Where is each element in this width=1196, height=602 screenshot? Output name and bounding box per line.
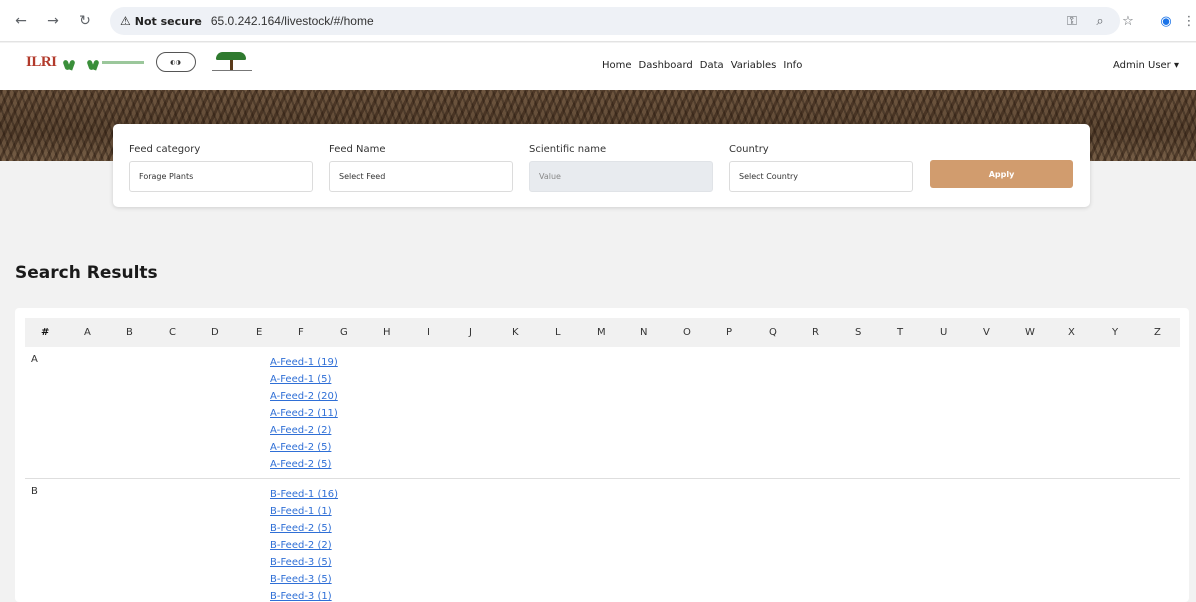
profile-icon[interactable]: ◉ bbox=[1154, 9, 1178, 33]
cgiar-logo bbox=[63, 54, 75, 70]
browser-toolbar: ← → ↻ ⚠ Not secure 65.0.242.164/livestoc… bbox=[0, 0, 1196, 42]
alpha-u[interactable]: U bbox=[940, 327, 947, 338]
feed-link[interactable]: A-Feed-1 (19) bbox=[270, 354, 338, 371]
alliance-logo: ◐◑ bbox=[155, 52, 196, 72]
scientific-name-group: Scientific name Value bbox=[529, 144, 713, 192]
alpha-f[interactable]: F bbox=[298, 327, 304, 338]
livestock-climate-logo bbox=[87, 54, 144, 70]
more-menu-icon[interactable]: ⋮ bbox=[1182, 9, 1196, 33]
alpha-a[interactable]: A bbox=[84, 327, 91, 338]
feed-link[interactable]: B-Feed-1 (1) bbox=[270, 503, 338, 520]
user-menu[interactable]: Admin User ▾ bbox=[1113, 60, 1179, 71]
feed-link[interactable]: A-Feed-1 (5) bbox=[270, 371, 338, 388]
warning-triangle-icon: ⚠ bbox=[120, 14, 131, 28]
feed-link[interactable]: B-Feed-2 (2) bbox=[270, 537, 338, 554]
address-bar[interactable]: ⚠ Not secure 65.0.242.164/livestock/#/ho… bbox=[110, 7, 1120, 35]
url-text[interactable]: 65.0.242.164/livestock/#/home bbox=[211, 14, 374, 28]
filter-panel: Feed category Forage Plants Feed Name Se… bbox=[113, 124, 1090, 207]
feed-name-label: Feed Name bbox=[329, 144, 386, 155]
feed-list: B-Feed-1 (16) B-Feed-1 (1) B-Feed-2 (5) … bbox=[270, 486, 338, 602]
alpha-n[interactable]: N bbox=[640, 327, 647, 338]
security-label: Not secure bbox=[134, 14, 202, 28]
nav-data[interactable]: Data bbox=[700, 60, 724, 71]
feed-link[interactable]: A-Feed-2 (20) bbox=[270, 388, 338, 405]
search-results-title: Search Results bbox=[15, 263, 158, 283]
scientific-name-field: Value bbox=[529, 161, 713, 192]
feed-link[interactable]: B-Feed-2 (5) bbox=[270, 520, 338, 537]
feed-link[interactable]: A-Feed-2 (11) bbox=[270, 405, 338, 422]
feed-link[interactable]: B-Feed-3 (5) bbox=[270, 571, 338, 588]
alpha-g[interactable]: G bbox=[340, 327, 348, 338]
feed-link[interactable]: A-Feed-2 (5) bbox=[270, 439, 338, 456]
ilri-logo: ILRI bbox=[26, 53, 57, 70]
alpha-d[interactable]: D bbox=[211, 327, 219, 338]
feed-category-group: Feed category Forage Plants bbox=[129, 144, 313, 192]
feed-list: A-Feed-1 (19) A-Feed-1 (5) A-Feed-2 (20)… bbox=[270, 354, 338, 473]
feed-name-group: Feed Name Select Feed bbox=[329, 144, 513, 192]
nav-variables[interactable]: Variables bbox=[731, 60, 777, 71]
feed-category-label: Feed category bbox=[129, 144, 201, 155]
country-group: Country Select Country bbox=[729, 144, 913, 192]
alpha-i[interactable]: I bbox=[427, 327, 430, 338]
alpha-j[interactable]: J bbox=[469, 327, 472, 338]
alpha-z[interactable]: Z bbox=[1154, 327, 1161, 338]
group-divider bbox=[25, 478, 1180, 479]
alpha-e[interactable]: E bbox=[256, 327, 262, 338]
alpha-r[interactable]: R bbox=[812, 327, 819, 338]
nav-home[interactable]: Home bbox=[602, 60, 632, 71]
main-menu: Home Dashboard Data Variables Info bbox=[602, 60, 809, 71]
alpha-v[interactable]: V bbox=[983, 327, 990, 338]
alpha-q[interactable]: Q bbox=[769, 327, 777, 338]
password-key-icon[interactable]: ⚿ bbox=[1060, 9, 1084, 33]
alpha-l[interactable]: L bbox=[555, 327, 561, 338]
nav-info[interactable]: Info bbox=[783, 60, 802, 71]
alpha-w[interactable]: W bbox=[1025, 327, 1035, 338]
tree-logo bbox=[210, 52, 254, 72]
alpha-k[interactable]: K bbox=[512, 327, 519, 338]
alpha-y[interactable]: Y bbox=[1112, 327, 1118, 338]
security-indicator[interactable]: ⚠ Not secure bbox=[120, 14, 202, 28]
apply-button[interactable]: Apply bbox=[930, 160, 1073, 188]
reload-icon[interactable]: ↻ bbox=[74, 10, 96, 32]
group-letter: B bbox=[31, 486, 38, 497]
alphabet-filter: # A B C D E F G H I J K L M N O P Q R S … bbox=[25, 318, 1180, 347]
zoom-icon[interactable]: ⌕ bbox=[1088, 9, 1112, 33]
nav-dashboard[interactable]: Dashboard bbox=[639, 60, 693, 71]
feed-name-select[interactable]: Select Feed bbox=[329, 161, 513, 192]
alpha-t[interactable]: T bbox=[897, 327, 903, 338]
feed-link[interactable]: A-Feed-2 (5) bbox=[270, 456, 338, 473]
alpha-h[interactable]: H bbox=[383, 327, 391, 338]
feed-link[interactable]: A-Feed-2 (2) bbox=[270, 422, 338, 439]
alpha-o[interactable]: O bbox=[683, 327, 691, 338]
feed-category-select[interactable]: Forage Plants bbox=[129, 161, 313, 192]
feed-link[interactable]: B-Feed-3 (1) bbox=[270, 588, 338, 602]
alpha-b[interactable]: B bbox=[126, 327, 133, 338]
alpha-c[interactable]: C bbox=[169, 327, 176, 338]
alpha-hash[interactable]: # bbox=[41, 327, 49, 338]
partner-logos: ILRI ◐◑ bbox=[26, 52, 254, 72]
results-table: # A B C D E F G H I J K L M N O P Q R S … bbox=[15, 308, 1189, 602]
alpha-s[interactable]: S bbox=[855, 327, 861, 338]
alpha-p[interactable]: P bbox=[726, 327, 732, 338]
alpha-x[interactable]: X bbox=[1068, 327, 1075, 338]
group-letter: A bbox=[31, 354, 38, 365]
forward-arrow-icon[interactable]: → bbox=[42, 10, 64, 32]
feed-link[interactable]: B-Feed-1 (16) bbox=[270, 486, 338, 503]
scientific-name-label: Scientific name bbox=[529, 144, 607, 155]
alpha-m[interactable]: M bbox=[597, 327, 606, 338]
country-select[interactable]: Select Country bbox=[729, 161, 913, 192]
country-label: Country bbox=[729, 144, 769, 155]
bookmark-star-icon[interactable]: ☆ bbox=[1116, 9, 1140, 33]
back-arrow-icon[interactable]: ← bbox=[10, 10, 32, 32]
app-navbar: ILRI ◐◑ Home Dashboard Data Variables In… bbox=[0, 43, 1196, 90]
feed-link[interactable]: B-Feed-3 (5) bbox=[270, 554, 338, 571]
